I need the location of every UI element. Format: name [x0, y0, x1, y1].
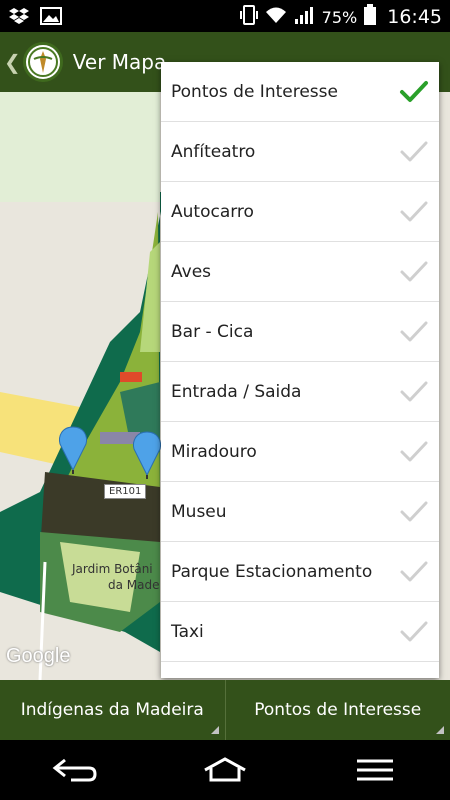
place-label-line1: Jardim Botâni — [72, 562, 153, 576]
checkmark-icon[interactable] — [399, 260, 429, 284]
checkmark-icon[interactable] — [399, 440, 429, 464]
clock: 16:45 — [387, 6, 442, 28]
image-icon — [40, 6, 62, 30]
checkmark-icon[interactable] — [399, 320, 429, 344]
dropdown-item-label: Pontos de Interesse — [171, 81, 338, 102]
tab-indigenas[interactable]: Indígenas da Madeira — [0, 680, 226, 740]
home-button[interactable] — [195, 750, 255, 790]
system-nav-bar — [0, 740, 450, 800]
page-title[interactable]: Ver Mapa — [73, 50, 166, 74]
google-attribution: Google — [6, 645, 71, 667]
menu-icon — [357, 759, 393, 781]
checkmark-icon[interactable] — [399, 200, 429, 224]
place-label-line2: da Made — [108, 578, 160, 592]
dropdown-item-taxi[interactable]: Taxi — [161, 602, 439, 662]
home-icon — [204, 757, 246, 782]
menu-button[interactable] — [345, 750, 405, 790]
dropdown-item-label: Bar - Cica — [171, 321, 254, 342]
dropdown-item-label: Parque Estacionamento — [171, 561, 373, 582]
dropdown-item-label: Museu — [171, 501, 227, 522]
dropdown-item-label: Anfíteatro — [171, 141, 256, 162]
dropdown-item-label: Entrada / Saida — [171, 381, 302, 402]
dropdown-item-label: Taxi — [171, 621, 204, 642]
checkmark-icon[interactable] — [399, 140, 429, 164]
dropdown-item-autocarro[interactable]: Autocarro — [161, 182, 439, 242]
back-arrow-icon — [52, 758, 97, 782]
status-bar: 75% 16:45 — [0, 0, 450, 32]
wifi-icon — [264, 5, 288, 29]
battery-icon — [363, 4, 377, 30]
poi-filter-dropdown[interactable]: Pontos de Interesse Anfíteatro Autocarro… — [161, 62, 439, 678]
dropdown-item-miradouro[interactable]: Miradouro — [161, 422, 439, 482]
dropdown-item-label: Autocarro — [171, 201, 254, 222]
checkmark-icon[interactable] — [399, 80, 429, 104]
checkmark-icon[interactable] — [399, 560, 429, 584]
back-button[interactable] — [45, 750, 105, 790]
dropdown-item-parque-estacionamento[interactable]: Parque Estacionamento — [161, 542, 439, 602]
spinner-corner-icon — [436, 726, 444, 734]
dropdown-item-entrada-saida[interactable]: Entrada / Saida — [161, 362, 439, 422]
dropdown-item-pontos-de-interesse[interactable]: Pontos de Interesse — [161, 62, 439, 122]
dropdown-item-anfiteatro[interactable]: Anfíteatro — [161, 122, 439, 182]
dropdown-item-museu[interactable]: Museu — [161, 482, 439, 542]
back-chevron-icon[interactable]: ❮ — [4, 50, 21, 74]
status-right: 75% 16:45 — [239, 4, 442, 30]
dropdown-item-bar-cica[interactable]: Bar - Cica — [161, 302, 439, 362]
dropdown-item-aves[interactable]: Aves — [161, 242, 439, 302]
battery-percent: 75% — [321, 7, 358, 27]
bottom-tab-bar: Indígenas da Madeira Pontos de Interesse — [0, 680, 450, 740]
tab-pontos-de-interesse[interactable]: Pontos de Interesse — [226, 680, 450, 740]
checkmark-icon[interactable] — [399, 620, 429, 644]
road-label: ER101 — [104, 484, 147, 499]
app-logo[interactable] — [22, 42, 63, 82]
tab-label: Indígenas da Madeira — [20, 700, 204, 720]
dropdown-item-label: Aves — [171, 261, 212, 282]
dropdown-item-label: Miradouro — [171, 441, 257, 462]
spinner-corner-icon — [210, 726, 219, 734]
checkmark-icon[interactable] — [399, 500, 429, 524]
tab-label: Pontos de Interesse — [254, 700, 422, 720]
dropbox-icon — [8, 6, 30, 30]
signal-icon — [294, 5, 316, 29]
checkmark-icon[interactable] — [399, 380, 429, 404]
status-left-icons — [8, 6, 62, 30]
vibrate-icon — [239, 4, 258, 30]
